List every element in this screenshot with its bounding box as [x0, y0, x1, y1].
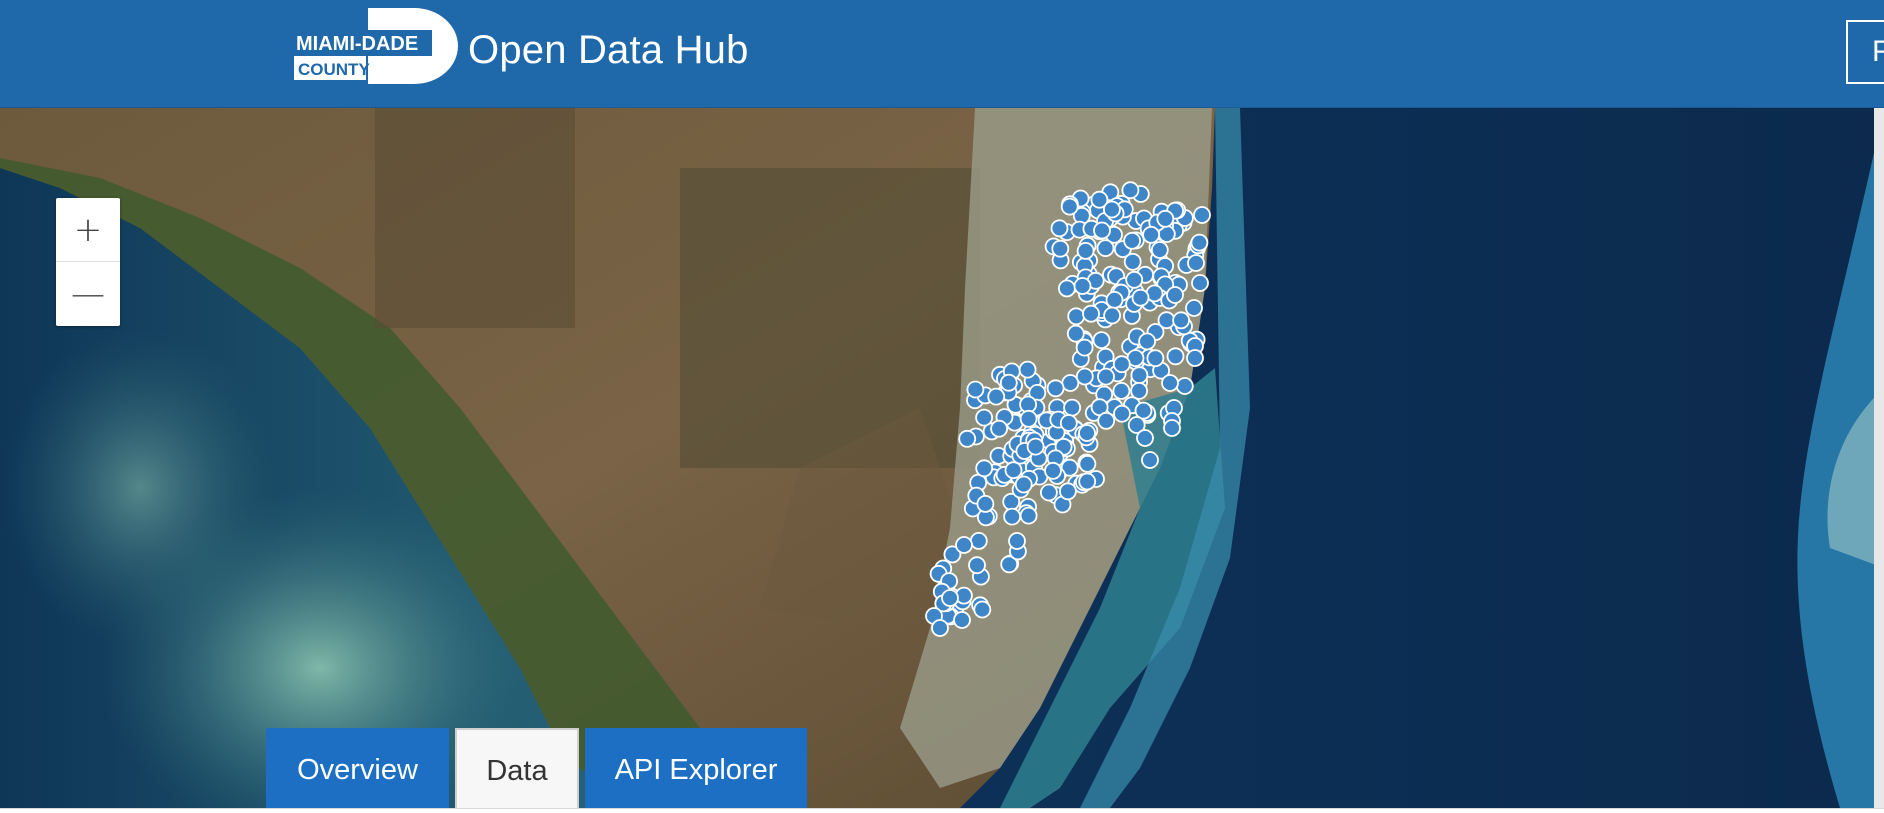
map-marker[interactable]: [990, 419, 1008, 438]
map-marker[interactable]: [1163, 419, 1181, 437]
site-header: MIAMI-DADE COUNTY Open Data Hub F: [0, 0, 1884, 108]
site-title[interactable]: Open Data Hub: [468, 24, 749, 76]
map-marker[interactable]: [1008, 532, 1026, 550]
map-marker[interactable]: [1059, 482, 1077, 501]
header-right-button[interactable]: F: [1846, 20, 1884, 84]
map-marker[interactable]: [1059, 414, 1078, 432]
map-marker[interactable]: [1142, 225, 1160, 244]
map-marker[interactable]: [1082, 304, 1100, 323]
map-marker[interactable]: [1014, 475, 1033, 494]
tabs-underline: [0, 808, 1884, 813]
map-marker[interactable]: [1161, 374, 1179, 392]
logo-text-line1: MIAMI-DADE: [296, 33, 418, 55]
map-marker[interactable]: [976, 494, 995, 513]
map-marker[interactable]: [1193, 206, 1211, 224]
map-marker[interactable]: [1190, 233, 1209, 252]
map-marker[interactable]: [1044, 461, 1062, 480]
map-marker[interactable]: [1136, 429, 1154, 447]
map-marker[interactable]: [941, 589, 959, 607]
tab-api-explorer[interactable]: API Explorer: [585, 728, 807, 812]
map-marker[interactable]: [1075, 338, 1094, 357]
map-marker[interactable]: [1004, 461, 1023, 480]
map-marker[interactable]: [953, 611, 971, 629]
map-marker[interactable]: [1096, 239, 1115, 258]
map-marker[interactable]: [975, 459, 994, 478]
map-marker[interactable]: [987, 387, 1006, 406]
map-marker[interactable]: [1061, 374, 1080, 392]
map-marker[interactable]: [1150, 241, 1169, 259]
map-marker[interactable]: [1121, 181, 1140, 200]
map-marker[interactable]: [1113, 404, 1131, 423]
map-marker[interactable]: [1130, 381, 1148, 400]
map-marker[interactable]: [1131, 288, 1150, 307]
logo-graphic: MIAMI-DADE COUNTY: [294, 8, 458, 84]
content-tabs: Overview Data API Explorer: [266, 728, 813, 812]
map-marker[interactable]: [1093, 221, 1111, 240]
map-marker[interactable]: [1105, 290, 1124, 309]
map-marker[interactable]: [1060, 197, 1079, 216]
map-marker[interactable]: [955, 536, 973, 554]
map-marker[interactable]: [1125, 270, 1144, 289]
map-marker[interactable]: [975, 408, 993, 427]
map-view[interactable]: + —: [0, 108, 1884, 808]
map-marker[interactable]: [931, 619, 949, 637]
map-marker[interactable]: [1166, 286, 1184, 304]
map-marker[interactable]: [1066, 324, 1085, 343]
zoom-out-button[interactable]: —: [56, 262, 120, 325]
page-scrollbar[interactable]: [1874, 108, 1884, 808]
map-marker[interactable]: [1186, 349, 1204, 367]
map-marker[interactable]: [968, 556, 986, 575]
map-marker[interactable]: [973, 600, 992, 619]
map-marker[interactable]: [1166, 347, 1185, 366]
map-marker[interactable]: [1112, 381, 1131, 400]
map-marker[interactable]: [1073, 277, 1092, 295]
map-marker[interactable]: [958, 429, 977, 448]
map-marker[interactable]: [1058, 279, 1076, 298]
map-marker[interactable]: [1050, 219, 1069, 238]
map-marker[interactable]: [1172, 311, 1190, 330]
map-marker[interactable]: [1046, 379, 1065, 398]
map-marker[interactable]: [1019, 506, 1038, 525]
map-marker[interactable]: [1092, 331, 1111, 350]
map-marker[interactable]: [1191, 274, 1209, 292]
map-marker[interactable]: [1187, 254, 1205, 272]
map-marker[interactable]: [966, 380, 985, 399]
map-marker[interactable]: [969, 531, 988, 550]
map-marker[interactable]: [1076, 241, 1095, 260]
miami-dade-county-logo[interactable]: MIAMI-DADE COUNTY: [294, 8, 458, 84]
map-marker[interactable]: [1078, 424, 1096, 442]
map-marker[interactable]: [1123, 231, 1141, 250]
map-marker[interactable]: [1003, 507, 1021, 526]
map-marker[interactable]: [999, 373, 1018, 392]
map-marker[interactable]: [1103, 200, 1121, 219]
map-marker[interactable]: [1112, 355, 1131, 374]
map-marker[interactable]: [1103, 306, 1121, 325]
map-marker[interactable]: [1138, 332, 1156, 351]
map-marker[interactable]: [1078, 472, 1097, 491]
map-marker[interactable]: [1019, 409, 1038, 428]
map-marker[interactable]: [1018, 360, 1037, 379]
map-marker[interactable]: [1026, 437, 1045, 456]
map-marker[interactable]: [1040, 483, 1058, 502]
map-marker[interactable]: [1130, 366, 1149, 385]
zoom-control: + —: [56, 198, 120, 326]
map-marker[interactable]: [1078, 454, 1097, 473]
map-marker[interactable]: [1097, 411, 1116, 430]
map-marker[interactable]: [1067, 307, 1086, 326]
map-marker[interactable]: [1156, 209, 1175, 228]
map-marker[interactable]: [1185, 299, 1203, 317]
data-points-layer[interactable]: [0, 108, 1884, 808]
logo-text-line2: COUNTY: [298, 60, 370, 79]
map-marker[interactable]: [1075, 367, 1094, 386]
tab-overview[interactable]: Overview: [266, 728, 449, 812]
map-marker[interactable]: [1175, 377, 1194, 395]
map-marker[interactable]: [1141, 451, 1159, 469]
tab-data[interactable]: Data: [455, 728, 579, 812]
map-marker[interactable]: [1097, 367, 1115, 386]
zoom-in-button[interactable]: +: [56, 198, 120, 261]
map-marker[interactable]: [1063, 398, 1081, 417]
map-marker[interactable]: [1051, 239, 1070, 258]
map-marker[interactable]: [1146, 349, 1165, 368]
